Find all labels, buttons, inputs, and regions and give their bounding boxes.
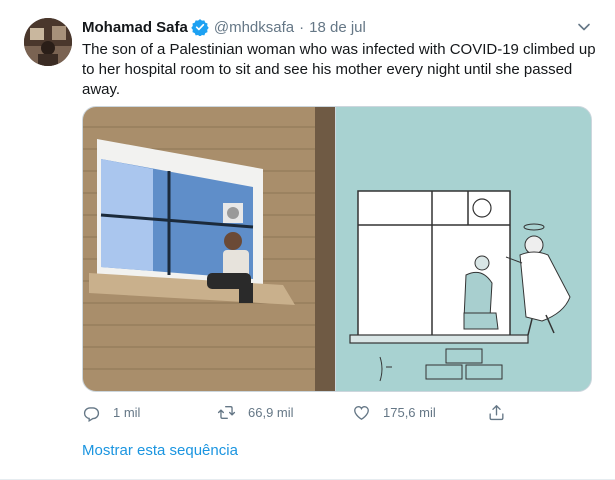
cartoon-illustration[interactable] — [336, 107, 591, 391]
chevron-down-icon[interactable] — [576, 19, 592, 35]
photo-son-at-window[interactable] — [83, 107, 335, 391]
tweet-card[interactable]: Mohamad Safa @mhdksafa · 18 de jul The s… — [0, 0, 615, 480]
retweet-button[interactable]: 66,9 mil — [217, 400, 294, 424]
like-count: 175,6 mil — [383, 404, 436, 420]
share-icon — [489, 404, 504, 420]
tweet-text: The son of a Palestinian woman who was i… — [82, 41, 596, 98]
show-thread-link[interactable]: Mostrar esta sequência — [82, 442, 238, 459]
like-button[interactable]: 175,6 mil — [352, 400, 436, 424]
reply-icon — [83, 406, 100, 422]
media-grid — [82, 106, 592, 392]
tweet-header: Mohamad Safa @mhdksafa · 18 de jul — [82, 16, 366, 38]
header-separator: · — [299, 18, 305, 36]
tweet-date[interactable]: 18 de jul — [309, 19, 366, 36]
verified-badge-icon — [191, 18, 209, 37]
tweet-actions: 1 mil 66,9 mil 175,6 mil — [82, 400, 512, 424]
retweet-icon — [217, 405, 236, 419]
share-button[interactable] — [487, 400, 518, 424]
reply-count: 1 mil — [113, 404, 141, 420]
author-name[interactable]: Mohamad Safa — [82, 19, 188, 36]
heart-icon — [354, 405, 369, 420]
reply-button[interactable]: 1 mil — [82, 400, 140, 424]
retweet-count: 66,9 mil — [248, 404, 294, 420]
author-handle[interactable]: @mhdksafa — [214, 19, 294, 36]
avatar[interactable] — [24, 18, 72, 66]
